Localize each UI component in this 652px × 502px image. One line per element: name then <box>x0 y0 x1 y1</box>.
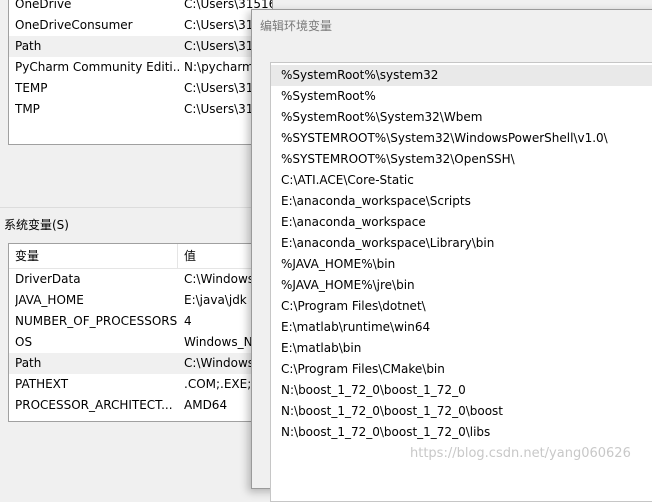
path-entry[interactable]: N:\boost_1_72_0\boost_1_72_0\boost <box>271 401 652 422</box>
path-entry[interactable]: E:\matlab\bin <box>271 338 652 359</box>
system-variables-label: 系统变量(S) <box>4 218 69 232</box>
sys-var-row-pathext[interactable]: PATHEXT .COM;.EXE;.B <box>9 374 272 395</box>
path-entry[interactable]: E:\anaconda_workspace <box>271 212 652 233</box>
path-entry[interactable]: E:\anaconda_workspace\Library\bin <box>271 233 652 254</box>
var-name: Path <box>15 39 42 53</box>
sys-var-row-path[interactable]: Path C:\Windows\ <box>9 353 272 374</box>
system-variables-header: 变量 值 <box>9 244 272 269</box>
path-entry[interactable]: %JAVA_HOME%\bin <box>271 254 652 275</box>
var-name: OneDriveConsumer <box>15 18 133 32</box>
sys-var-row-driverdata[interactable]: DriverData C:\Windows\ <box>9 269 272 290</box>
var-name: TMP <box>15 102 40 116</box>
path-entry[interactable]: N:\boost_1_72_0\boost_1_72_0\libs <box>271 422 652 443</box>
user-var-row-temp[interactable]: TEMP C:\Users\315 <box>9 78 272 99</box>
path-entry[interactable]: %SYSTEMROOT%\System32\WindowsPowerShell\… <box>271 128 652 149</box>
path-entry[interactable]: %SYSTEMROOT%\System32\OpenSSH\ <box>271 149 652 170</box>
sys-var-row-os[interactable]: OS Windows_NT <box>9 332 272 353</box>
user-variables-list[interactable]: OneDrive C:\Users\31516\OneDrive OneDriv… <box>8 0 273 145</box>
user-var-row-pycharm[interactable]: PyCharm Community Editi... N:\pycharm\ <box>9 57 272 78</box>
var-name: OneDrive <box>15 0 72 11</box>
path-entry[interactable]: %SystemRoot% <box>271 86 652 107</box>
var-name: NUMBER_OF_PROCESSORS <box>15 314 178 328</box>
var-name: PATHEXT <box>15 377 69 391</box>
path-entry[interactable]: E:\anaconda_workspace\Scripts <box>271 191 652 212</box>
path-entry[interactable]: %SystemRoot%\system32 <box>271 65 652 86</box>
group-divider <box>0 207 270 208</box>
path-entry[interactable]: E:\matlab\runtime\win64 <box>271 317 652 338</box>
var-name: JAVA_HOME <box>15 293 84 307</box>
watermark: https://blog.csdn.net/yang060626 <box>410 446 631 461</box>
path-entry[interactable]: %JAVA_HOME%\jre\bin <box>271 275 652 296</box>
sys-var-row-number-of-processors[interactable]: NUMBER_OF_PROCESSORS 4 <box>9 311 272 332</box>
user-var-row-path[interactable]: Path C:\Users\315 <box>9 36 272 57</box>
var-name: PROCESSOR_ARCHITECT... <box>15 398 173 412</box>
dialog-title: 编辑环境变量 <box>260 19 333 33</box>
user-var-row-onedrive[interactable]: OneDrive C:\Users\31516\OneDrive <box>9 0 272 15</box>
var-name: OS <box>15 335 33 349</box>
sys-var-row-java-home[interactable]: JAVA_HOME E:\java\jdk <box>9 290 272 311</box>
var-name: Path <box>15 356 42 370</box>
var-name: DriverData <box>15 272 81 286</box>
path-entry[interactable]: C:\ATI.ACE\Core-Static <box>271 170 652 191</box>
var-name: TEMP <box>15 81 48 95</box>
path-entry[interactable]: C:\Program Files\CMake\bin <box>271 359 652 380</box>
column-separator[interactable] <box>177 244 178 268</box>
path-entry[interactable]: C:\Program Files\dotnet\ <box>271 296 652 317</box>
path-entries-list[interactable]: %SystemRoot%\system32 %SystemRoot% %Syst… <box>270 62 652 502</box>
user-var-row-onedriveconsumer[interactable]: OneDriveConsumer C:\Users\315 <box>9 15 272 36</box>
system-variables-list[interactable]: 变量 值 DriverData C:\Windows\ JAVA_HOME E:… <box>8 243 273 422</box>
user-var-row-tmp[interactable]: TMP C:\Users\315 <box>9 99 272 120</box>
edit-env-variable-dialog: 编辑环境变量 %SystemRoot%\system32 %SystemRoot… <box>251 9 652 502</box>
var-name: PyCharm Community Editi... <box>15 60 180 74</box>
path-entry[interactable]: N:\boost_1_72_0\boost_1_72_0 <box>271 380 652 401</box>
sys-var-row-processor-architecture[interactable]: PROCESSOR_ARCHITECT... AMD64 <box>9 395 272 416</box>
path-entry[interactable]: %SystemRoot%\System32\Wbem <box>271 107 652 128</box>
column-header-name[interactable]: 变量 <box>15 244 180 268</box>
